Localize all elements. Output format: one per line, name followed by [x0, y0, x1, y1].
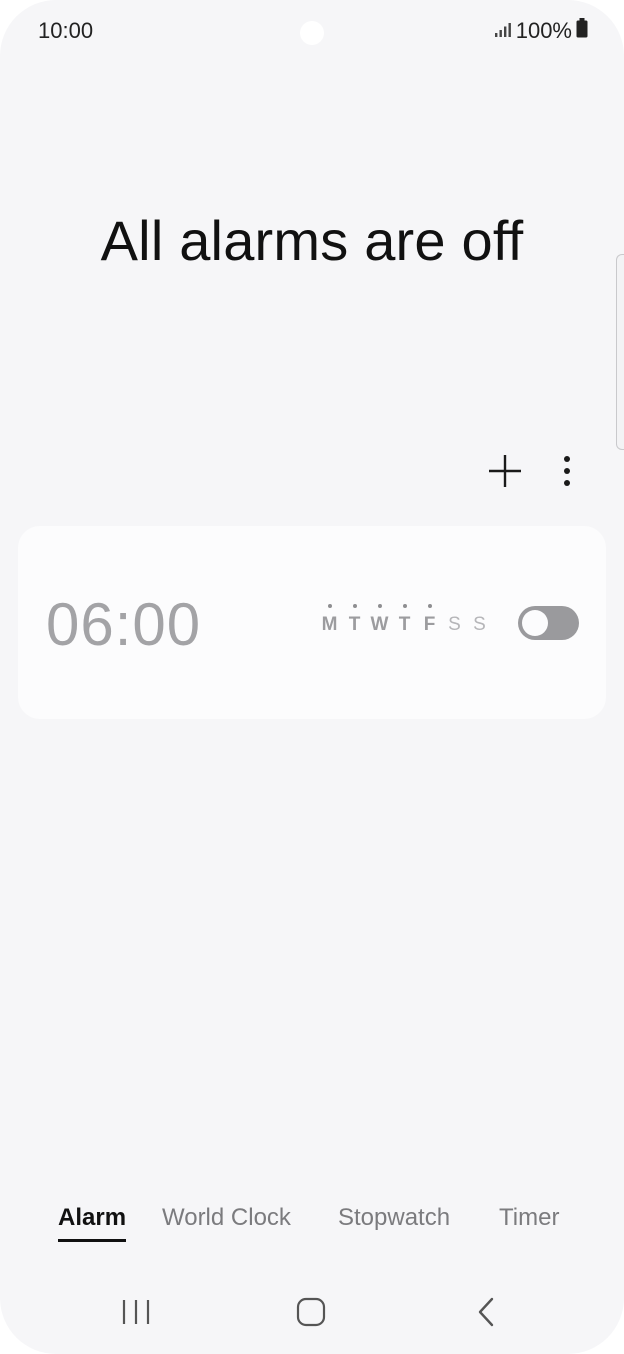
tab-alarm[interactable]: Alarm	[58, 1204, 127, 1242]
front-camera	[300, 21, 324, 45]
day-friday: F	[420, 604, 439, 636]
day-sunday: S	[473, 614, 486, 635]
home-icon	[296, 1297, 326, 1327]
plus-icon	[489, 455, 521, 487]
status-indicators: 100%	[494, 18, 588, 44]
tab-timer[interactable]: Timer	[499, 1204, 559, 1232]
alarm-toggle[interactable]	[518, 606, 579, 640]
alarm-time: 06:00	[46, 591, 202, 658]
repeat-days: M T W T F S S	[320, 604, 489, 636]
battery-icon	[576, 18, 588, 44]
status-time: 10:00	[38, 18, 94, 43]
page-title: All alarms are off	[100, 209, 524, 272]
day-wednesday: W	[370, 604, 389, 636]
phone-screen: 10:00 100% All alarms are off 06:00 M T …	[0, 0, 624, 1354]
tab-world-clock[interactable]: World Clock	[162, 1204, 291, 1232]
edge-panel-handle[interactable]	[616, 254, 624, 450]
tab-stopwatch[interactable]: Stopwatch	[338, 1204, 450, 1232]
back-button[interactable]	[464, 1290, 508, 1334]
tab-stopwatch-label: Stopwatch	[338, 1204, 451, 1231]
alarm-card[interactable]: 06:00 M T W T F S S	[18, 526, 606, 719]
day-tuesday: T	[345, 604, 364, 636]
bottom-tabs: Alarm World Clock Stopwatch Timer	[0, 1200, 624, 1250]
active-tab-indicator	[58, 1239, 127, 1242]
recents-button[interactable]	[114, 1290, 158, 1334]
day-thursday: T	[395, 604, 414, 636]
signal-icon	[494, 18, 512, 44]
back-icon	[478, 1297, 494, 1327]
tab-alarm-label: Alarm	[58, 1204, 127, 1231]
more-options-button[interactable]	[556, 452, 578, 490]
day-saturday: S	[448, 614, 461, 635]
day-monday: M	[320, 604, 339, 636]
toggle-knob	[522, 610, 548, 636]
tab-timer-label: Timer	[499, 1204, 560, 1231]
tab-world-clock-label: World Clock	[162, 1204, 291, 1231]
add-alarm-button[interactable]	[486, 452, 524, 490]
status-bar: 10:00 100%	[0, 0, 624, 64]
more-vertical-icon	[564, 456, 570, 486]
battery-percent: 100%	[515, 18, 572, 43]
recents-icon	[122, 1300, 150, 1324]
home-button[interactable]	[289, 1290, 333, 1334]
navigation-bar	[0, 1280, 624, 1344]
